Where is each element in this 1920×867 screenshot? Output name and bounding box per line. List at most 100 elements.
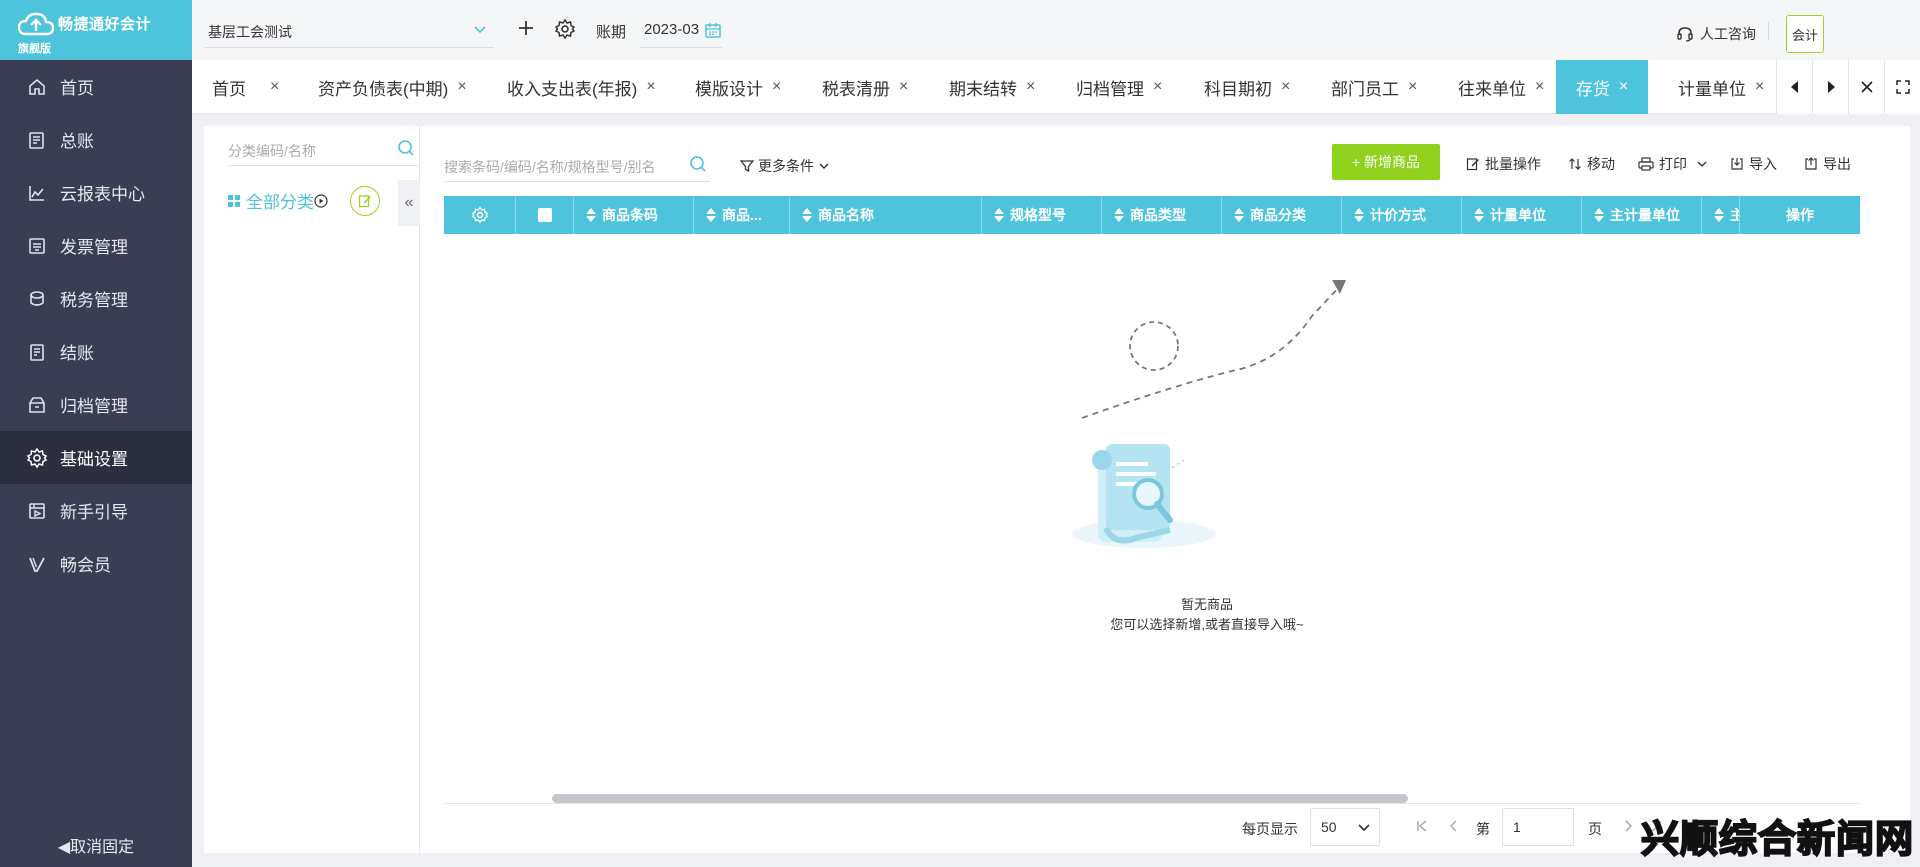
tab-departments[interactable]: 部门员工 × bbox=[1331, 60, 1417, 114]
column-header[interactable]: 主计量单位 bbox=[1582, 196, 1702, 234]
horizontal-scrollbar[interactable] bbox=[444, 794, 1860, 804]
brand-name: 畅捷通好会计 bbox=[58, 16, 152, 33]
gear-icon[interactable] bbox=[554, 18, 576, 40]
close-icon[interactable]: × bbox=[270, 78, 279, 96]
close-icon[interactable]: × bbox=[1408, 78, 1417, 96]
app-logo[interactable]: 畅捷通好会计 旗舰版 bbox=[0, 0, 192, 60]
column-label: 计量单位 bbox=[1490, 207, 1546, 223]
edit-category-button[interactable] bbox=[350, 186, 380, 216]
fullscreen-icon bbox=[1895, 80, 1910, 94]
tab-income-statement[interactable]: 收入支出表(年报) × bbox=[507, 60, 656, 114]
export-button[interactable]: 导出 bbox=[1804, 154, 1851, 174]
sort-arrows-icon bbox=[1569, 158, 1581, 170]
search-icon[interactable] bbox=[396, 138, 416, 158]
role-button[interactable]: 会计 bbox=[1786, 15, 1824, 53]
sidebar-item-checkout[interactable]: 结账 bbox=[0, 325, 192, 378]
column-header[interactable]: 商品类型 bbox=[1102, 196, 1222, 234]
column-header[interactable]: 商品分类 bbox=[1222, 196, 1342, 234]
tab-period-end[interactable]: 期末结转 × bbox=[949, 60, 1035, 114]
sidebar-item-ledger[interactable]: 总账 bbox=[0, 113, 192, 166]
sidebar-item-reports[interactable]: 云报表中心 bbox=[0, 166, 192, 219]
all-categories-node[interactable]: 全部分类 bbox=[228, 188, 314, 213]
tab-units[interactable]: 计量单位 × bbox=[1678, 60, 1764, 114]
goods-search-input[interactable]: 搜索条码/编码/名称/规格型号/别名 bbox=[444, 148, 710, 182]
import-button[interactable]: 导入 bbox=[1730, 154, 1777, 174]
sidebar-item-home[interactable]: 首页 bbox=[0, 60, 192, 113]
consult-label: 人工咨询 bbox=[1700, 26, 1756, 42]
close-icon[interactable]: × bbox=[1153, 78, 1162, 96]
tab-balance-sheet[interactable]: 资产负债表(中期) × bbox=[318, 60, 467, 114]
print-label: 打印 bbox=[1659, 156, 1687, 172]
close-icon[interactable]: × bbox=[772, 78, 781, 96]
period-picker[interactable]: 2023-03 bbox=[640, 14, 722, 48]
first-page-icon bbox=[1417, 820, 1427, 832]
close-icon[interactable]: × bbox=[646, 78, 655, 96]
close-all-tabs-button[interactable] bbox=[1848, 60, 1884, 114]
page-number-input[interactable]: 1 bbox=[1502, 808, 1574, 846]
column-header[interactable]: 计量单位 bbox=[1462, 196, 1582, 234]
tab-tax-register[interactable]: 税表清册 × bbox=[822, 60, 908, 114]
chevron-down-icon bbox=[819, 163, 829, 169]
tab-scroll-left-button[interactable] bbox=[1776, 60, 1812, 114]
period-label: 账期 bbox=[596, 24, 627, 41]
sidebar-item-basic-settings[interactable]: 基础设置 bbox=[0, 431, 192, 484]
fullscreen-button[interactable] bbox=[1884, 60, 1920, 114]
prev-page-button[interactable] bbox=[1444, 816, 1464, 836]
search-icon[interactable] bbox=[688, 154, 708, 174]
sidebar-item-archive[interactable]: 归档管理 bbox=[0, 378, 192, 431]
column-header[interactable]: 计价方式 bbox=[1342, 196, 1462, 234]
play-circle-icon[interactable] bbox=[314, 194, 328, 208]
column-label: 主 bbox=[1730, 205, 1739, 225]
per-page-select[interactable]: 50 bbox=[1310, 808, 1380, 846]
tab-partners[interactable]: 往来单位 × bbox=[1458, 60, 1544, 114]
close-icon[interactable]: × bbox=[1755, 78, 1764, 96]
collapse-tree-button[interactable]: « bbox=[398, 180, 420, 226]
close-icon[interactable]: × bbox=[1535, 78, 1544, 96]
close-icon[interactable]: × bbox=[899, 78, 908, 96]
scrollbar-thumb[interactable] bbox=[552, 794, 1408, 803]
sidebar-item-invoice[interactable]: 发票管理 bbox=[0, 219, 192, 272]
tab-scroll-right-button[interactable] bbox=[1812, 60, 1848, 114]
category-search-input[interactable]: 分类编码/名称 bbox=[228, 134, 418, 166]
sidebar-item-label: 结账 bbox=[60, 344, 94, 363]
column-label: 商品... bbox=[722, 207, 762, 223]
sidebar-item-guide[interactable]: 新手引导 bbox=[0, 484, 192, 537]
edition-label: 旗舰版 bbox=[18, 43, 51, 55]
guide-icon bbox=[26, 500, 48, 522]
tab-home[interactable]: 首页 × bbox=[212, 60, 279, 114]
sort-icon bbox=[1234, 208, 1244, 222]
sidebar-item-tax[interactable]: 税务管理 bbox=[0, 272, 192, 325]
move-button[interactable]: 移动 bbox=[1568, 154, 1615, 174]
add-goods-button[interactable]: + 新增商品 bbox=[1332, 144, 1440, 180]
column-header[interactable]: 商品... bbox=[694, 196, 790, 234]
tab-opening-balance[interactable]: 科目期初 × bbox=[1204, 60, 1290, 114]
tab-template-design[interactable]: 模版设计 × bbox=[695, 60, 781, 114]
next-page-button[interactable] bbox=[1618, 816, 1638, 836]
plus-icon[interactable] bbox=[516, 18, 536, 38]
more-conditions-button[interactable]: 更多条件 bbox=[740, 156, 835, 176]
column-settings-button[interactable] bbox=[444, 196, 516, 234]
close-icon[interactable]: × bbox=[1026, 78, 1035, 96]
tab-archive[interactable]: 归档管理 × bbox=[1076, 60, 1162, 114]
sidebar-item-vip[interactable]: 畅会员 bbox=[0, 537, 192, 590]
tab-label: 归档管理 bbox=[1076, 79, 1144, 99]
home-icon bbox=[26, 76, 48, 98]
column-header[interactable]: 商品条码 bbox=[574, 196, 694, 234]
close-icon[interactable]: × bbox=[1281, 78, 1290, 96]
archive-icon bbox=[26, 394, 48, 416]
column-header[interactable]: 规格型号 bbox=[982, 196, 1102, 234]
tab-label: 资产负债表(中期) bbox=[318, 79, 449, 99]
batch-operation-button[interactable]: 批量操作 bbox=[1466, 154, 1541, 174]
consult-button[interactable]: 人工咨询 bbox=[1676, 24, 1756, 44]
print-button[interactable]: 打印 bbox=[1638, 154, 1714, 174]
tab-inventory[interactable]: 存货 × bbox=[1556, 60, 1648, 114]
close-icon[interactable]: × bbox=[457, 78, 466, 96]
close-icon[interactable]: × bbox=[1619, 78, 1628, 96]
column-header[interactable]: 主 bbox=[1702, 196, 1740, 234]
company-select[interactable]: 基层工会测试 bbox=[204, 14, 494, 48]
column-header[interactable]: 商品名称 bbox=[790, 196, 982, 234]
unpin-sidebar-button[interactable]: ◀取消固定 bbox=[0, 833, 192, 857]
select-all-checkbox[interactable] bbox=[516, 196, 574, 234]
first-page-button[interactable] bbox=[1412, 816, 1432, 836]
empty-state-subtitle: 您可以选择新增,或者直接导入哦~ bbox=[1110, 617, 1304, 632]
